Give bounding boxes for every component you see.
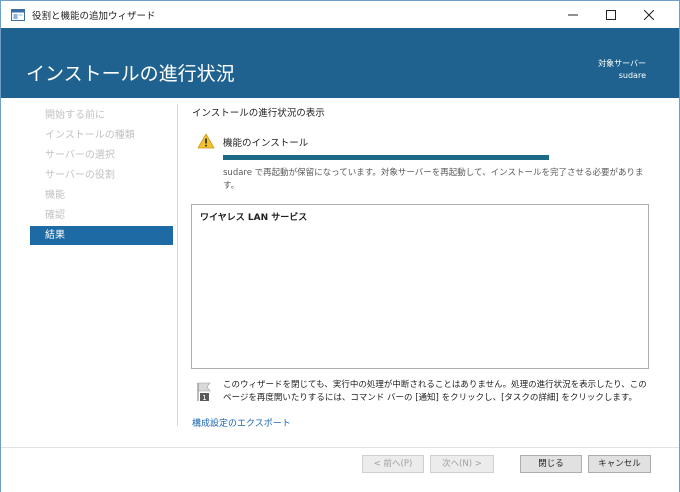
close-icon (644, 9, 654, 20)
sidebar-item-installation-type: インストールの種類 (45, 130, 135, 141)
next-button[interactable]: 次へ(N) > (430, 455, 494, 473)
maximize-button[interactable] (595, 1, 627, 28)
sidebar-divider (177, 104, 178, 426)
wizard-window: 役割と機能の追加ウィザード インストールの進行状況 対象サーバー sudare … (0, 0, 680, 492)
feature-install-label: 機能のインストール (223, 138, 309, 149)
close-window-button[interactable] (633, 1, 665, 28)
notification-flag-icon: 1 (196, 382, 214, 402)
header-banner: インストールの進行状況 対象サーバー sudare (1, 28, 679, 98)
sidebar-item-results[interactable]: 結果 (30, 226, 173, 245)
export-configuration-link[interactable]: 構成設定のエクスポート (192, 416, 291, 429)
sidebar-item-before-you-begin: 開始する前に (45, 110, 105, 121)
install-progress-fill (223, 155, 549, 160)
sidebar-item-server-selection: サーバーの選択 (45, 150, 115, 161)
close-button[interactable]: 閉じる (520, 455, 582, 473)
results-list[interactable]: ワイヤレス LAN サービス (191, 204, 649, 369)
page-title: インストールの進行状況 (26, 63, 235, 85)
info-message: このウィザードを閉じても、実行中の処理が中断されることはありません。処理の進行状… (223, 380, 647, 403)
cancel-button[interactable]: キャンセル (588, 455, 651, 473)
server-manager-icon (11, 8, 25, 22)
target-server-label: 対象サーバー (598, 59, 646, 68)
restart-pending-message: sudare で再起動が保留になっています。対象サーバーを再起動して、インストー… (223, 168, 644, 191)
install-progress-bar (223, 155, 549, 160)
target-server-name: sudare (618, 71, 646, 80)
sidebar-item-confirmation: 確認 (45, 210, 65, 221)
notification-badge: 1 (202, 394, 206, 402)
warning-icon (197, 133, 215, 149)
sidebar-item-server-roles: サーバーの役割 (45, 170, 115, 181)
list-item: ワイヤレス LAN サービス (200, 213, 308, 223)
sidebar-item-features: 機能 (45, 190, 65, 201)
content-heading: インストールの進行状況の表示 (192, 108, 325, 119)
title-bar[interactable]: 役割と機能の追加ウィザード (1, 1, 679, 28)
window-title: 役割と機能の追加ウィザード (32, 11, 156, 22)
maximize-icon (606, 9, 616, 20)
previous-button[interactable]: < 前へ(P) (362, 455, 424, 473)
wizard-steps-sidebar: 開始する前に インストールの種類 サーバーの選択 サーバーの役割 機能 確認 結… (1, 98, 177, 447)
minimize-button[interactable] (557, 1, 589, 28)
minimize-icon (568, 14, 578, 15)
